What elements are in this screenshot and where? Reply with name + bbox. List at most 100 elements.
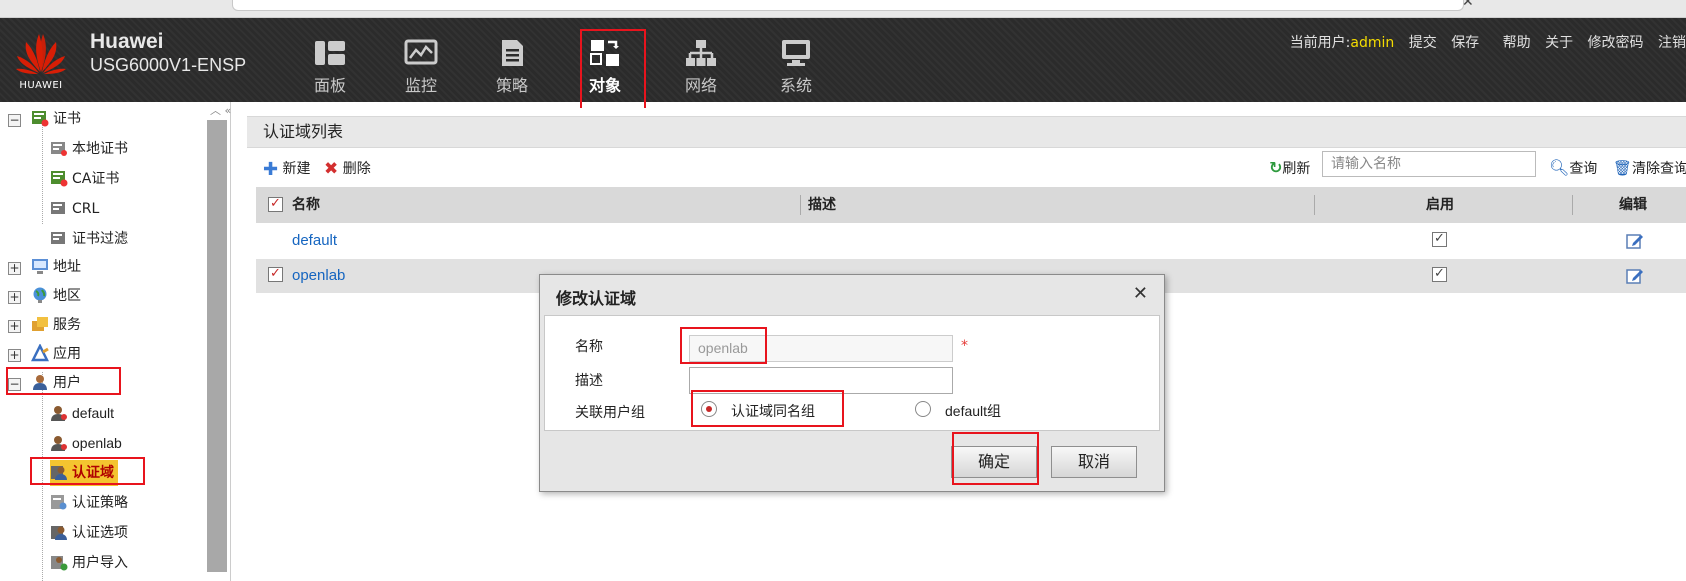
about-link[interactable]: 关于 — [1545, 35, 1573, 51]
expand-toggle[interactable]: + — [8, 291, 21, 304]
sidebar-item-local-cert[interactable]: 本地证书 — [50, 136, 128, 162]
collapse-toggle[interactable]: − — [8, 114, 21, 127]
tree-line — [42, 372, 43, 581]
ok-button[interactable]: 确定 — [951, 446, 1037, 478]
trash-icon: 🗑︎ — [1613, 159, 1633, 177]
edit-auth-domain-dialog: 修改认证域 ✕ 名称 openlab * 描述 关联用户组 认证域同名组 def… — [539, 274, 1165, 492]
logo-text: HUAWEI — [19, 80, 63, 91]
app-header: HUAWEI Huawei USG6000V1-ENSP 面板 监控 策略 对象… — [0, 18, 1686, 102]
nav-system[interactable]: 系统 — [762, 38, 830, 96]
sidebar-item-region[interactable]: + 地区 — [8, 283, 81, 309]
save-link[interactable]: 保存 — [1451, 35, 1479, 51]
tree-line — [42, 120, 43, 224]
column-divider — [1314, 195, 1315, 215]
sidebar-scrollbar[interactable] — [207, 120, 227, 572]
column-description[interactable]: 描述 — [808, 187, 836, 223]
sidebar-item-label: CRL — [72, 201, 100, 217]
name-label: 名称 — [575, 339, 603, 355]
sidebar-item-user-import[interactable]: 用户导入 — [50, 550, 128, 576]
collapse-toggle[interactable]: − — [8, 378, 21, 391]
sidebar-item-user-default[interactable]: default — [50, 400, 114, 426]
refresh-button-label: 刷新 — [1282, 161, 1311, 177]
dialog-body: 名称 openlab * 描述 关联用户组 认证域同名组 default组 — [544, 315, 1160, 431]
sidebar-item-label: 认证域 — [72, 465, 114, 481]
cert-filter-icon — [51, 232, 65, 244]
sidebar-item-crl[interactable]: CRL — [50, 196, 99, 222]
delete-x-icon: ✖ — [324, 159, 339, 179]
column-enabled[interactable]: 启用 — [1426, 187, 1454, 223]
sidebar-item-label: 用户 — [53, 375, 81, 391]
expand-toggle[interactable]: + — [8, 262, 21, 275]
name-field[interactable]: openlab — [689, 335, 953, 362]
delete-button-label: 删除 — [342, 161, 371, 177]
description-field[interactable] — [689, 367, 953, 394]
system-icon — [782, 40, 810, 66]
select-all-checkbox[interactable]: ✓ — [268, 197, 283, 212]
scroll-up-icon[interactable]: ︿ « — [210, 102, 231, 118]
sidebar-item-user-openlab[interactable]: openlab — [50, 430, 122, 456]
sidebar-item-label: 证书过滤 — [72, 231, 128, 247]
delete-button[interactable]: ✖ 删除 — [324, 158, 371, 179]
enabled-checkbox[interactable]: ✓ — [1432, 267, 1447, 282]
sidebar-item-label: 认证选项 — [72, 525, 128, 541]
monitor-icon — [404, 39, 438, 65]
column-divider — [1572, 195, 1573, 215]
sidebar-item-label: 本地证书 — [72, 141, 128, 157]
crl-icon — [51, 202, 65, 214]
radio-default-group[interactable] — [915, 401, 931, 417]
address-bar[interactable] — [232, 0, 1464, 11]
logout-link[interactable]: 注销 — [1658, 35, 1686, 51]
nav-dashboard[interactable]: 面板 — [296, 38, 364, 96]
nav-monitor[interactable]: 监控 — [387, 38, 455, 96]
sidebar-item-label: CA证书 — [72, 171, 120, 187]
sidebar-item-certificate[interactable]: − 证书 — [8, 106, 81, 132]
browser-chrome: ✕ — [0, 0, 1686, 18]
cancel-button[interactable]: 取消 — [1051, 446, 1137, 478]
expand-toggle[interactable]: + — [8, 349, 21, 362]
user-default-icon — [51, 406, 67, 421]
enabled-checkbox[interactable]: ✓ — [1432, 232, 1447, 247]
application-icon — [31, 344, 49, 362]
sidebar-item-auth-policy[interactable]: 认证策略 — [50, 490, 128, 516]
close-tab-icon[interactable]: ✕ — [1462, 0, 1474, 10]
new-button[interactable]: ✚ 新建 — [263, 158, 311, 180]
edit-icon[interactable] — [1626, 267, 1644, 285]
row-select-checkbox[interactable]: ✓ — [268, 267, 283, 282]
required-mark: * — [961, 338, 968, 354]
radio-same-name-group[interactable] — [701, 401, 717, 417]
dashboard-icon — [315, 41, 345, 65]
sidebar-item-cert-filter[interactable]: 证书过滤 — [50, 226, 128, 252]
nav-policy[interactable]: 策略 — [478, 38, 546, 96]
column-name[interactable]: 名称 — [292, 187, 320, 223]
sidebar-item-ca-cert[interactable]: CA证书 — [50, 166, 119, 192]
sidebar-item-auth-option[interactable]: 认证选项 — [50, 520, 128, 546]
nav-network[interactable]: 网络 — [667, 38, 735, 96]
sidebar-item-service[interactable]: + 服务 — [8, 312, 81, 338]
huawei-logo: HUAWEI — [14, 28, 68, 94]
table-row[interactable]: default ✓ — [256, 224, 1686, 258]
top-links: 当前用户:admin 提交 保存 帮助 关于 修改密码 注销 — [1285, 32, 1686, 52]
nav-object-label: 对象 — [588, 76, 621, 95]
search-input[interactable]: 请输入名称 — [1322, 151, 1536, 177]
help-link[interactable]: 帮助 — [1503, 35, 1531, 51]
edit-icon[interactable] — [1626, 232, 1644, 250]
sidebar-item-label: 认证策略 — [72, 495, 128, 511]
close-icon[interactable]: ✕ — [1133, 283, 1148, 304]
sidebar-item-application[interactable]: + 应用 — [8, 341, 81, 367]
sidebar-item-address[interactable]: + 地址 — [8, 254, 81, 280]
clear-query-button[interactable]: 🗑︎清除查询 — [1613, 158, 1686, 178]
refresh-button[interactable]: ↻刷新 — [1269, 158, 1310, 178]
auth-domain-icon — [51, 466, 67, 480]
nav-object[interactable]: 对象 — [571, 38, 639, 96]
change-password-link[interactable]: 修改密码 — [1588, 35, 1644, 51]
row-name-link[interactable]: default — [292, 224, 337, 258]
row-name-link[interactable]: openlab — [292, 259, 345, 293]
sidebar-item-user[interactable]: − 用户 — [8, 370, 81, 396]
column-edit[interactable]: 编辑 — [1619, 187, 1647, 223]
expand-toggle[interactable]: + — [8, 320, 21, 333]
query-button[interactable]: 🔍︎查询 — [1549, 158, 1597, 178]
clear-query-button-label: 清除查询 — [1632, 161, 1686, 177]
submit-link[interactable]: 提交 — [1409, 35, 1437, 51]
sidebar-item-auth-domain[interactable]: 认证域 — [50, 460, 118, 486]
auth-policy-icon — [51, 495, 67, 510]
